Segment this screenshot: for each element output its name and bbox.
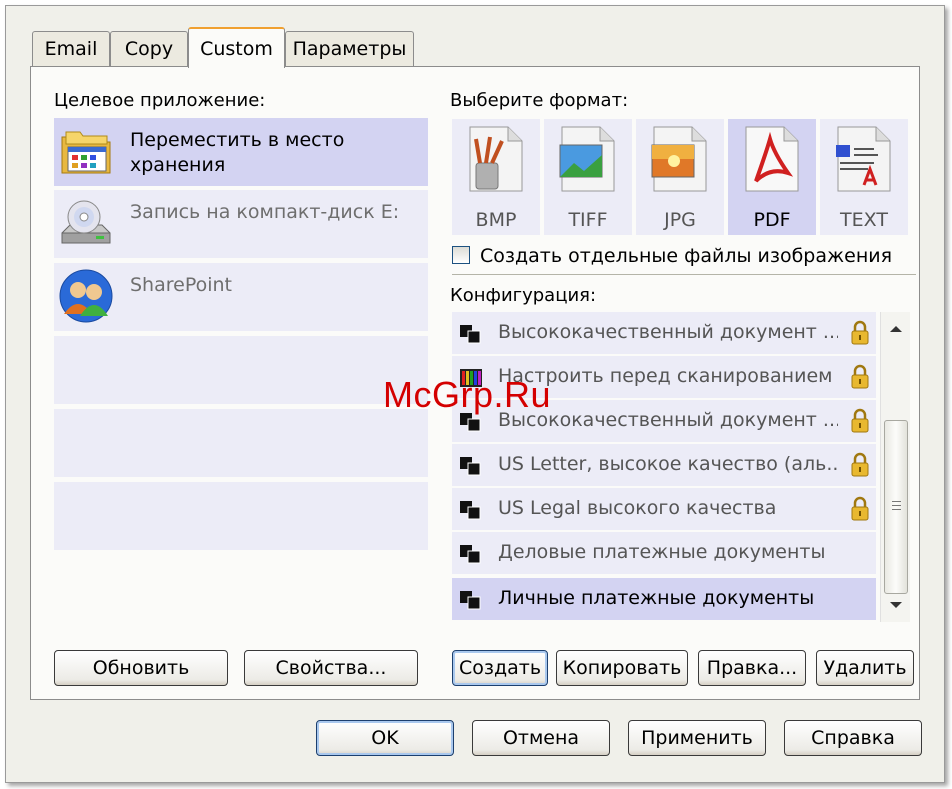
lock-icon [851,496,869,521]
cancel-button[interactable]: Отмена [472,720,610,756]
properties-button[interactable]: Свойства... [244,650,418,686]
grip-line [892,501,901,502]
app-item-label: Переместить в место хранения [130,129,345,176]
config-item[interactable]: Высококачественный документ ... [452,400,876,442]
format-pdf-label: PDF [753,209,791,231]
refresh-button[interactable]: Обновить [54,650,228,686]
lock-icon [851,452,869,477]
jpg-file-icon [651,126,707,192]
app-item-label: SharePoint [130,274,233,296]
scan-config-icon [460,591,481,610]
cd-drive-icon [58,195,114,251]
copy-button[interactable]: Копировать [556,650,688,686]
format-bmp-label: BMP [475,209,517,231]
help-button[interactable]: Справка [784,720,922,756]
app-item-label: Запись на компакт-диск E: [130,201,400,223]
app-item-empty [54,409,428,477]
folder-storage-icon [58,123,114,179]
edit-button[interactable]: Правка... [698,650,806,686]
config-item[interactable]: Деловые платежные документы [452,532,876,574]
pdf-file-icon [745,126,799,192]
grip-line [892,505,901,506]
create-button[interactable]: Создать [452,650,548,686]
tab-custom[interactable]: Custom [188,27,285,68]
tab-email[interactable]: Email [32,31,110,66]
format-tiff[interactable]: TIFF [544,119,632,235]
format-jpg-label: JPG [664,209,696,231]
scan-config-icon [460,413,481,432]
text-file-icon [836,126,891,192]
app-item-sharepoint[interactable]: SharePoint [54,263,428,331]
tab-label: Custom [200,37,273,60]
config-item-label: Личные платежные документы [498,587,815,609]
config-item-label: Высококачественный документ ... [498,321,838,343]
format-bmp[interactable]: BMP [452,119,540,235]
format-text[interactable]: TEXT [820,119,908,235]
tab-copy[interactable]: Copy [110,31,188,66]
scan-config-icon [460,325,481,344]
config-list: Высококачественный документ ... Настроит… [452,312,912,622]
tab-parameters[interactable]: Параметры [285,31,414,66]
lock-icon [851,408,869,433]
config-item-selected[interactable]: Личные платежные документы [452,578,876,620]
separator [452,274,916,275]
scan-config-icon [460,545,481,564]
target-app-label: Целевое приложение: [54,90,266,111]
apply-button[interactable]: Применить [628,720,766,756]
scroll-up-arrow-icon[interactable] [890,326,902,332]
app-item-cd-burn[interactable]: Запись на компакт-диск E: [54,190,428,258]
config-item-label: Высококачественный документ ... [498,409,838,431]
delete-button[interactable]: Удалить [816,650,914,686]
lock-icon [851,320,869,345]
config-item-label: Настроить перед сканированием [498,365,833,387]
config-item[interactable]: Настроить перед сканированием [452,356,876,398]
sharepoint-users-icon [58,268,114,324]
bmp-file-icon [469,126,523,192]
app-item-storage[interactable]: Переместить в место хранения [54,118,428,186]
color-config-icon [460,369,482,387]
grip-line [892,509,901,510]
scroll-down-arrow-icon[interactable] [890,602,902,608]
tab-label: Параметры [292,38,407,60]
format-tiff-label: TIFF [568,209,608,231]
separate-files-label: Создать отдельные файлы изображения [480,245,893,267]
format-label: Выберите формат: [450,90,629,111]
format-text-label: TEXT [840,209,888,231]
format-pdf[interactable]: PDF [728,119,816,235]
config-item[interactable]: US Legal высокого качества [452,488,876,530]
config-item-label: US Legal высокого качества [498,497,777,519]
scan-config-icon [460,457,481,476]
config-item-label: US Letter, высокое качество (аль... [498,453,838,475]
config-item[interactable]: Высококачественный документ ... [452,312,876,354]
tiff-file-icon [559,126,615,192]
config-item[interactable]: US Letter, высокое качество (аль... [452,444,876,486]
ok-button[interactable]: OK [316,720,454,756]
format-jpg[interactable]: JPG [636,119,724,235]
tab-label: Email [44,38,98,60]
tab-label: Copy [124,38,174,60]
app-item-empty [54,336,428,404]
lock-icon [851,364,869,389]
scroll-thumb[interactable] [884,420,908,594]
scan-config-icon [460,501,481,520]
config-scrollbar[interactable] [880,312,910,622]
config-label: Конфигурация: [450,285,597,306]
config-item-label: Деловые платежные документы [498,541,826,563]
separate-files-checkbox[interactable] [452,246,470,264]
app-item-empty [54,482,428,550]
